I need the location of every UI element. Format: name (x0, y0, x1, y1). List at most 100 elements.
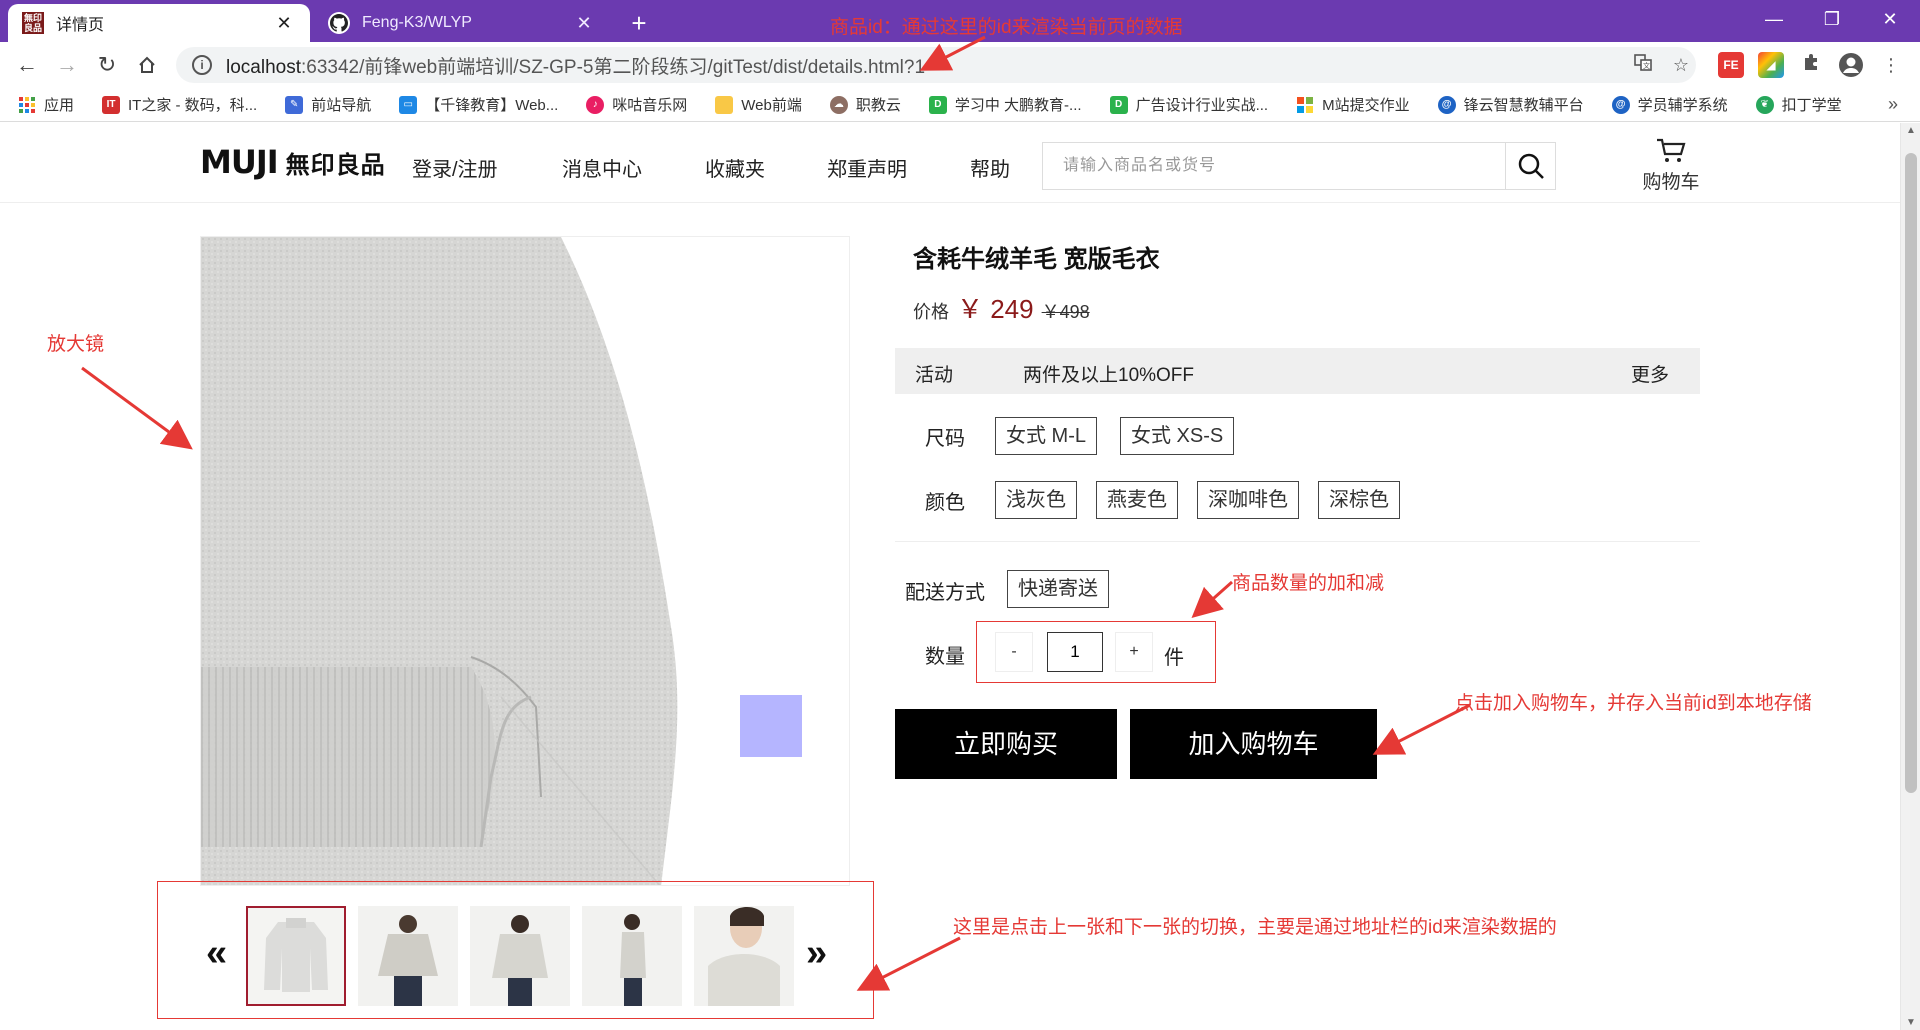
extensions-puzzle-icon[interactable] (1798, 52, 1824, 78)
promo-more-link[interactable]: 更多 (1631, 360, 1669, 387)
bookmark-label: 广告设计行业实战... (1135, 97, 1269, 114)
bookmark-mzhan[interactable]: M站提交作业 (1296, 94, 1410, 115)
magnifier-lens[interactable] (740, 695, 802, 757)
tv-icon: ▭ (399, 95, 418, 114)
cart-label: 购物车 (1642, 172, 1700, 193)
page-scrollbar[interactable]: ▲ ▼ (1900, 123, 1920, 1030)
close-tab-icon[interactable]: ✕ (272, 13, 296, 34)
restore-icon[interactable]: ❐ (1803, 0, 1861, 40)
nav-help[interactable]: 帮助 (970, 153, 1010, 182)
thumbnail-4[interactable] (582, 906, 682, 1006)
color-option-oatmeal[interactable]: 燕麦色 (1096, 481, 1178, 519)
tab-github[interactable]: Feng-K3/WLYP ✕ (314, 4, 610, 42)
bookmark-label: 前站导航 (311, 97, 372, 114)
windows-icon (1296, 96, 1314, 114)
cart-link[interactable]: 购物车 (1636, 137, 1706, 194)
site-header: MUJI無印良品 登录/注册 消息中心 收藏夹 郑重声明 帮助 购物车 (0, 123, 1900, 203)
size-option-xs-s[interactable]: 女式 XS-S (1120, 417, 1235, 455)
search-icon[interactable] (1505, 143, 1555, 189)
search-box (1042, 142, 1556, 190)
fe-extension-icon[interactable]: FE (1718, 52, 1744, 78)
close-window-icon[interactable]: ✕ (1861, 0, 1919, 40)
menu-kebab-icon[interactable]: ⋮ (1878, 52, 1904, 78)
swirl-icon: @ (1437, 95, 1456, 114)
tab-title: 详情页 (56, 17, 105, 34)
color-option-dark-coffee[interactable]: 深咖啡色 (1197, 481, 1299, 519)
sweater-image (201, 237, 678, 885)
bookmark-label: 应用 (44, 97, 75, 114)
minimize-icon[interactable]: — (1745, 0, 1803, 40)
color-extension-icon[interactable]: ◢ (1758, 52, 1784, 78)
forward-icon[interactable]: → (50, 48, 84, 82)
muji-logo[interactable]: MUJI 無印良品 (200, 143, 386, 181)
translate-icon[interactable]: 文 (1630, 52, 1656, 78)
color-label: 颜色 (925, 492, 965, 514)
bookmarks-bar: 应用 IT IT之家 - 数码，科... ✎ 前站导航 ▭ 【千锋教育】Web... … (0, 88, 1920, 122)
scrollbar-thumb[interactable] (1905, 153, 1917, 793)
annotation-magnifier: 放大镜 (47, 334, 105, 355)
bookmark-apps[interactable]: 应用 (18, 94, 74, 115)
bookmark-qianfeng[interactable]: ▭ 【千锋教育】Web... (399, 94, 558, 115)
migu-icon: ♪ (586, 95, 605, 114)
reload-icon[interactable]: ↻ (90, 48, 124, 82)
bookmark-webfrontend[interactable]: Web前端 (715, 94, 802, 115)
bookmark-label: 学员辅学系统 (1637, 97, 1728, 114)
shipping-option-express[interactable]: 快递寄送 (1007, 570, 1109, 608)
next-thumb-icon[interactable]: » (806, 932, 827, 975)
cloud-icon: ☁ (829, 95, 848, 114)
thumbnail-1[interactable] (246, 906, 346, 1006)
tab-details[interactable]: 無印 良品 详情页 ✕ (8, 4, 310, 42)
shipping-label: 配送方式 (905, 582, 985, 604)
nav-statement[interactable]: 郑重声明 (827, 153, 907, 182)
home-icon[interactable] (130, 48, 164, 82)
new-tab-icon[interactable]: + (622, 6, 656, 40)
bookmark-star-icon[interactable]: ☆ (1668, 52, 1694, 78)
quantity-unit: 件 (1164, 647, 1184, 669)
bookmark-xueyuan[interactable]: @ 学员辅学系统 (1611, 94, 1728, 115)
bookmark-fengyun[interactable]: @ 锋云智慧教辅平台 (1437, 94, 1584, 115)
bookmark-label: 扣丁学堂 (1781, 97, 1842, 114)
profile-avatar-icon[interactable] (1838, 52, 1864, 78)
thumbnail-2[interactable] (358, 906, 458, 1006)
bookmark-dapeng[interactable]: D 学习中 大鹏教育-... (928, 94, 1082, 115)
bookmark-koudin[interactable]: ❦ 扣丁学堂 (1755, 94, 1842, 115)
muji-favicon-icon: 無印 良品 (22, 12, 44, 34)
bookmark-zhijiaoyun[interactable]: ☁ 职教云 (829, 94, 901, 115)
close-tab-icon[interactable]: ✕ (572, 13, 596, 34)
folder-icon (715, 95, 734, 114)
quantity-decrease-button[interactable]: - (995, 632, 1033, 672)
color-option-light-gray[interactable]: 浅灰色 (995, 481, 1077, 519)
bookmark-qianzhan[interactable]: ✎ 前站导航 (285, 94, 371, 115)
quantity-input[interactable] (1047, 632, 1103, 672)
scroll-down-icon[interactable]: ▼ (1901, 1017, 1920, 1028)
quantity-increase-button[interactable]: + (1115, 632, 1153, 672)
thumbnail-3[interactable] (470, 906, 570, 1006)
site-info-icon[interactable]: i (192, 55, 212, 75)
thumbnail-strip: « » (157, 881, 874, 1019)
nav-favorites[interactable]: 收藏夹 (705, 153, 765, 182)
prev-thumb-icon[interactable]: « (206, 932, 227, 975)
annotation-add-cart: 点击加入购物车，并存入当前id到本地存储 (1455, 693, 1812, 714)
buy-now-button[interactable]: 立即购买 (895, 709, 1117, 779)
bookmark-ithome[interactable]: IT IT之家 - 数码，科... (102, 94, 257, 115)
github-favicon-icon (328, 12, 350, 34)
swirl-icon: @ (1611, 95, 1630, 114)
size-option-m-l[interactable]: 女式 M-L (995, 417, 1097, 455)
back-icon[interactable]: ← (10, 48, 44, 82)
thumbnail-5[interactable] (694, 906, 794, 1006)
main-product-image[interactable] (200, 236, 850, 886)
bookmark-label: 咪咕音乐网 (612, 97, 688, 114)
product-title: 含耗牛绒羊毛 宽版毛衣 (913, 246, 1160, 273)
bookmark-migu[interactable]: ♪ 咪咕音乐网 (586, 94, 687, 115)
cart-icon (1657, 138, 1686, 162)
scroll-up-icon[interactable]: ▲ (1901, 125, 1920, 136)
nav-messages[interactable]: 消息中心 (562, 153, 642, 182)
annotation-thumbnails: 这里是点击上一张和下一张的切换，主要是通过地址栏的id来渲染数据的 (953, 917, 1557, 938)
nav-login[interactable]: 登录/注册 (412, 153, 498, 182)
bookmark-guanggao[interactable]: D 广告设计行业实战... (1109, 94, 1269, 115)
add-to-cart-button[interactable]: 加入购物车 (1130, 709, 1377, 779)
color-option-dark-brown[interactable]: 深棕色 (1318, 481, 1400, 519)
search-input[interactable] (1043, 143, 1505, 189)
address-bar[interactable]: i localhost:63342/前锋web前端培训/SZ-GP-5第二阶段练… (176, 47, 1696, 83)
bookmarks-overflow-icon[interactable]: » (1888, 94, 1898, 115)
